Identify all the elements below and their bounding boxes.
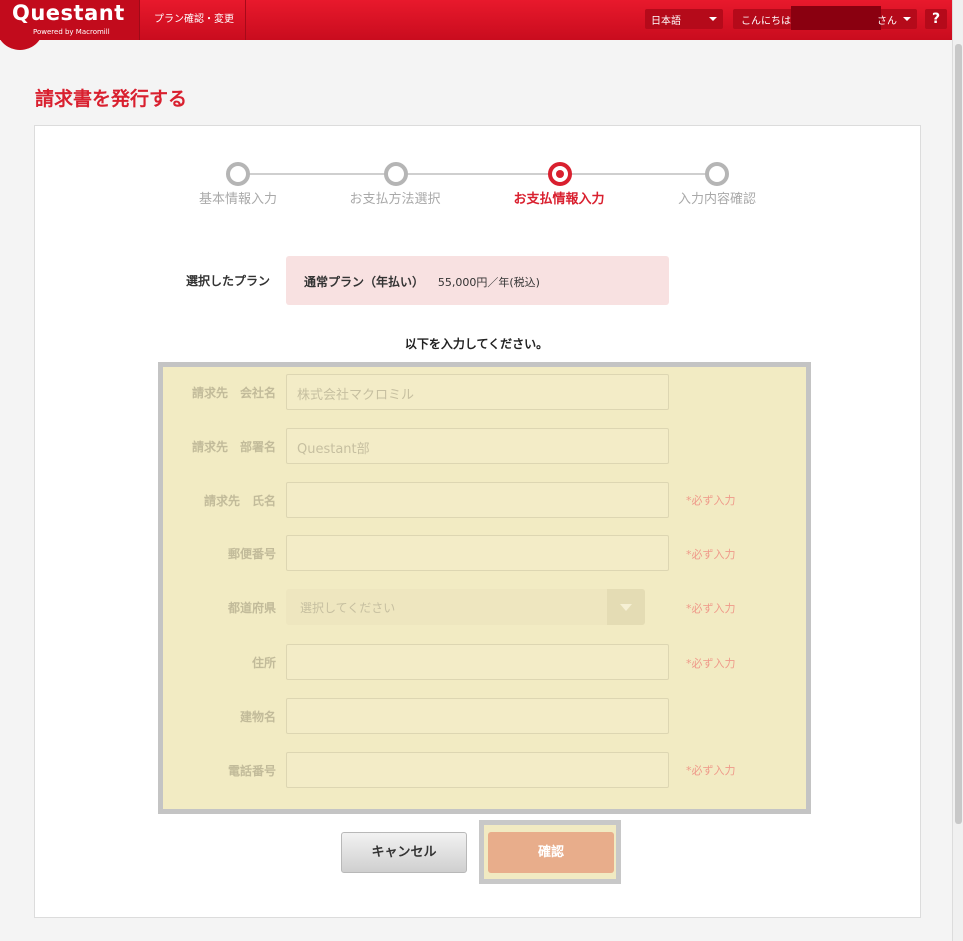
- chevron-down-icon: [709, 17, 717, 21]
- plan-price: 55,000円／年(税込): [437, 276, 540, 289]
- address-required-note: *必ず入力: [686, 657, 736, 670]
- help-button[interactable]: ?: [925, 9, 947, 29]
- chevron-down-icon: [903, 17, 911, 21]
- language-select[interactable]: 日本語: [645, 9, 723, 29]
- phone-label: 電話番号: [227, 764, 276, 778]
- step-3-indicator: [548, 162, 572, 186]
- greeting-suffix: さん: [877, 16, 897, 27]
- step-4-label: 入力内容確認: [677, 192, 756, 207]
- redacted-username: [791, 6, 881, 30]
- language-label: 日本語: [651, 16, 681, 27]
- department-label: 請求先 部署名: [191, 440, 276, 454]
- company-label: 請求先 会社名: [191, 386, 276, 400]
- steps-connector: [237, 173, 717, 175]
- step-2-indicator: [384, 162, 408, 186]
- scrollbar-thumb[interactable]: [955, 44, 962, 824]
- confirm-button[interactable]: 確認: [488, 832, 614, 873]
- prefecture-label: 都道府県: [227, 601, 276, 615]
- user-menu[interactable]: こんにちは さん: [733, 6, 917, 30]
- postal-input[interactable]: [286, 535, 669, 571]
- cancel-button[interactable]: キャンセル: [341, 832, 467, 873]
- plan-label: 選択したプラン: [186, 274, 271, 288]
- prefecture-select[interactable]: 選択してください: [286, 589, 645, 625]
- form-instruction: 以下を入力してください。: [404, 337, 549, 351]
- logo-text: Questant: [12, 1, 125, 25]
- step-3-label: お支払情報入力: [513, 192, 605, 207]
- step-4-indicator: [705, 162, 729, 186]
- name-label: 請求先 氏名: [203, 494, 276, 508]
- nav-plan-link[interactable]: プラン確認・変更: [142, 0, 246, 40]
- step-2-label: お支払方法選択: [349, 192, 441, 207]
- top-header: Questant Powered by Macromill プラン確認・変更 日…: [0, 0, 952, 50]
- postal-required-note: *必ず入力: [686, 548, 736, 561]
- prefecture-placeholder: 選択してください: [300, 601, 396, 615]
- building-label: 建物名: [239, 710, 276, 724]
- plan-name: 通常プラン（年払い）: [304, 275, 425, 289]
- step-1-indicator: [226, 162, 250, 186]
- building-input[interactable]: [286, 698, 669, 734]
- step-1-label: 基本情報入力: [198, 192, 277, 207]
- prefecture-required-note: *必ず入力: [686, 602, 736, 615]
- company-input[interactable]: 株式会社マクロミル: [286, 374, 669, 410]
- address-label: 住所: [251, 656, 276, 670]
- name-input[interactable]: [286, 482, 669, 518]
- address-input[interactable]: [286, 644, 669, 680]
- selected-plan-box: 通常プラン（年払い） 55,000円／年(税込): [286, 256, 669, 305]
- phone-required-note: *必ず入力: [686, 764, 736, 777]
- logo[interactable]: Questant Powered by Macromill: [0, 0, 140, 40]
- logo-subtext: Powered by Macromill: [33, 28, 110, 36]
- greeting-text: こんにちは: [741, 16, 791, 27]
- phone-input[interactable]: [286, 752, 669, 788]
- chevron-down-icon[interactable]: [607, 589, 645, 625]
- postal-label: 郵便番号: [227, 547, 276, 561]
- department-input[interactable]: Questant部: [286, 428, 669, 464]
- page-title: 請求書を発行する: [35, 88, 188, 110]
- scrollbar[interactable]: [952, 0, 963, 941]
- name-required-note: *必ず入力: [686, 494, 736, 507]
